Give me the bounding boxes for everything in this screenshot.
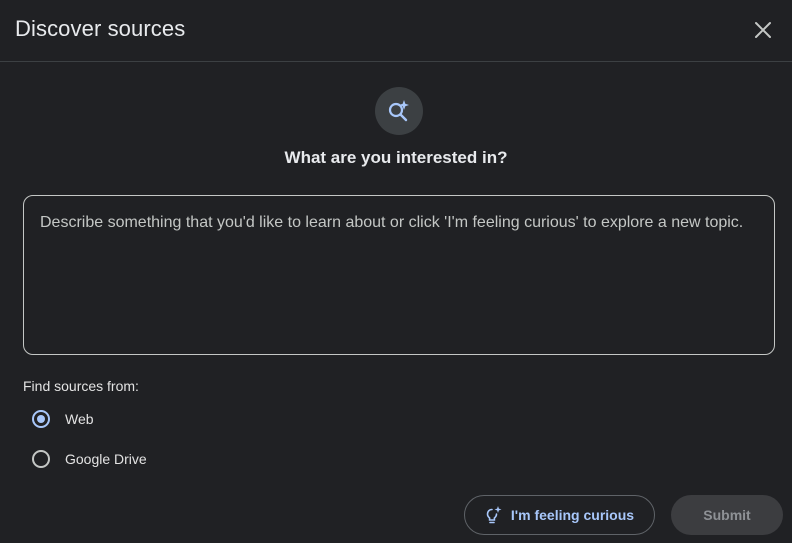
- dialog-header: Discover sources: [0, 0, 792, 62]
- feeling-curious-label: I'm feeling curious: [510, 507, 635, 523]
- topic-input-container: [23, 195, 775, 355]
- hero-icon-badge: [375, 87, 423, 135]
- radio-google-drive[interactable]: [32, 450, 50, 468]
- discover-sources-dialog: Discover sources What are you interested…: [0, 0, 792, 543]
- topic-input[interactable]: [24, 196, 774, 354]
- source-option-label: Web: [65, 411, 94, 427]
- lightbulb-sparkle-icon: [486, 506, 502, 524]
- find-sources-label: Find sources from:: [23, 378, 139, 394]
- dialog-title: Discover sources: [15, 16, 186, 41]
- radio-web[interactable]: [32, 410, 50, 428]
- source-option-google-drive[interactable]: Google Drive: [32, 448, 147, 470]
- feeling-curious-button[interactable]: I'm feeling curious: [464, 495, 655, 535]
- interest-question: What are you interested in?: [284, 148, 508, 167]
- submit-button[interactable]: Submit: [671, 495, 783, 535]
- close-icon: [755, 22, 771, 38]
- submit-label: Submit: [703, 507, 751, 523]
- sparkle-search-icon: [388, 100, 409, 122]
- source-option-label: Google Drive: [65, 451, 147, 467]
- source-option-web[interactable]: Web: [32, 408, 94, 430]
- close-button[interactable]: [747, 14, 779, 46]
